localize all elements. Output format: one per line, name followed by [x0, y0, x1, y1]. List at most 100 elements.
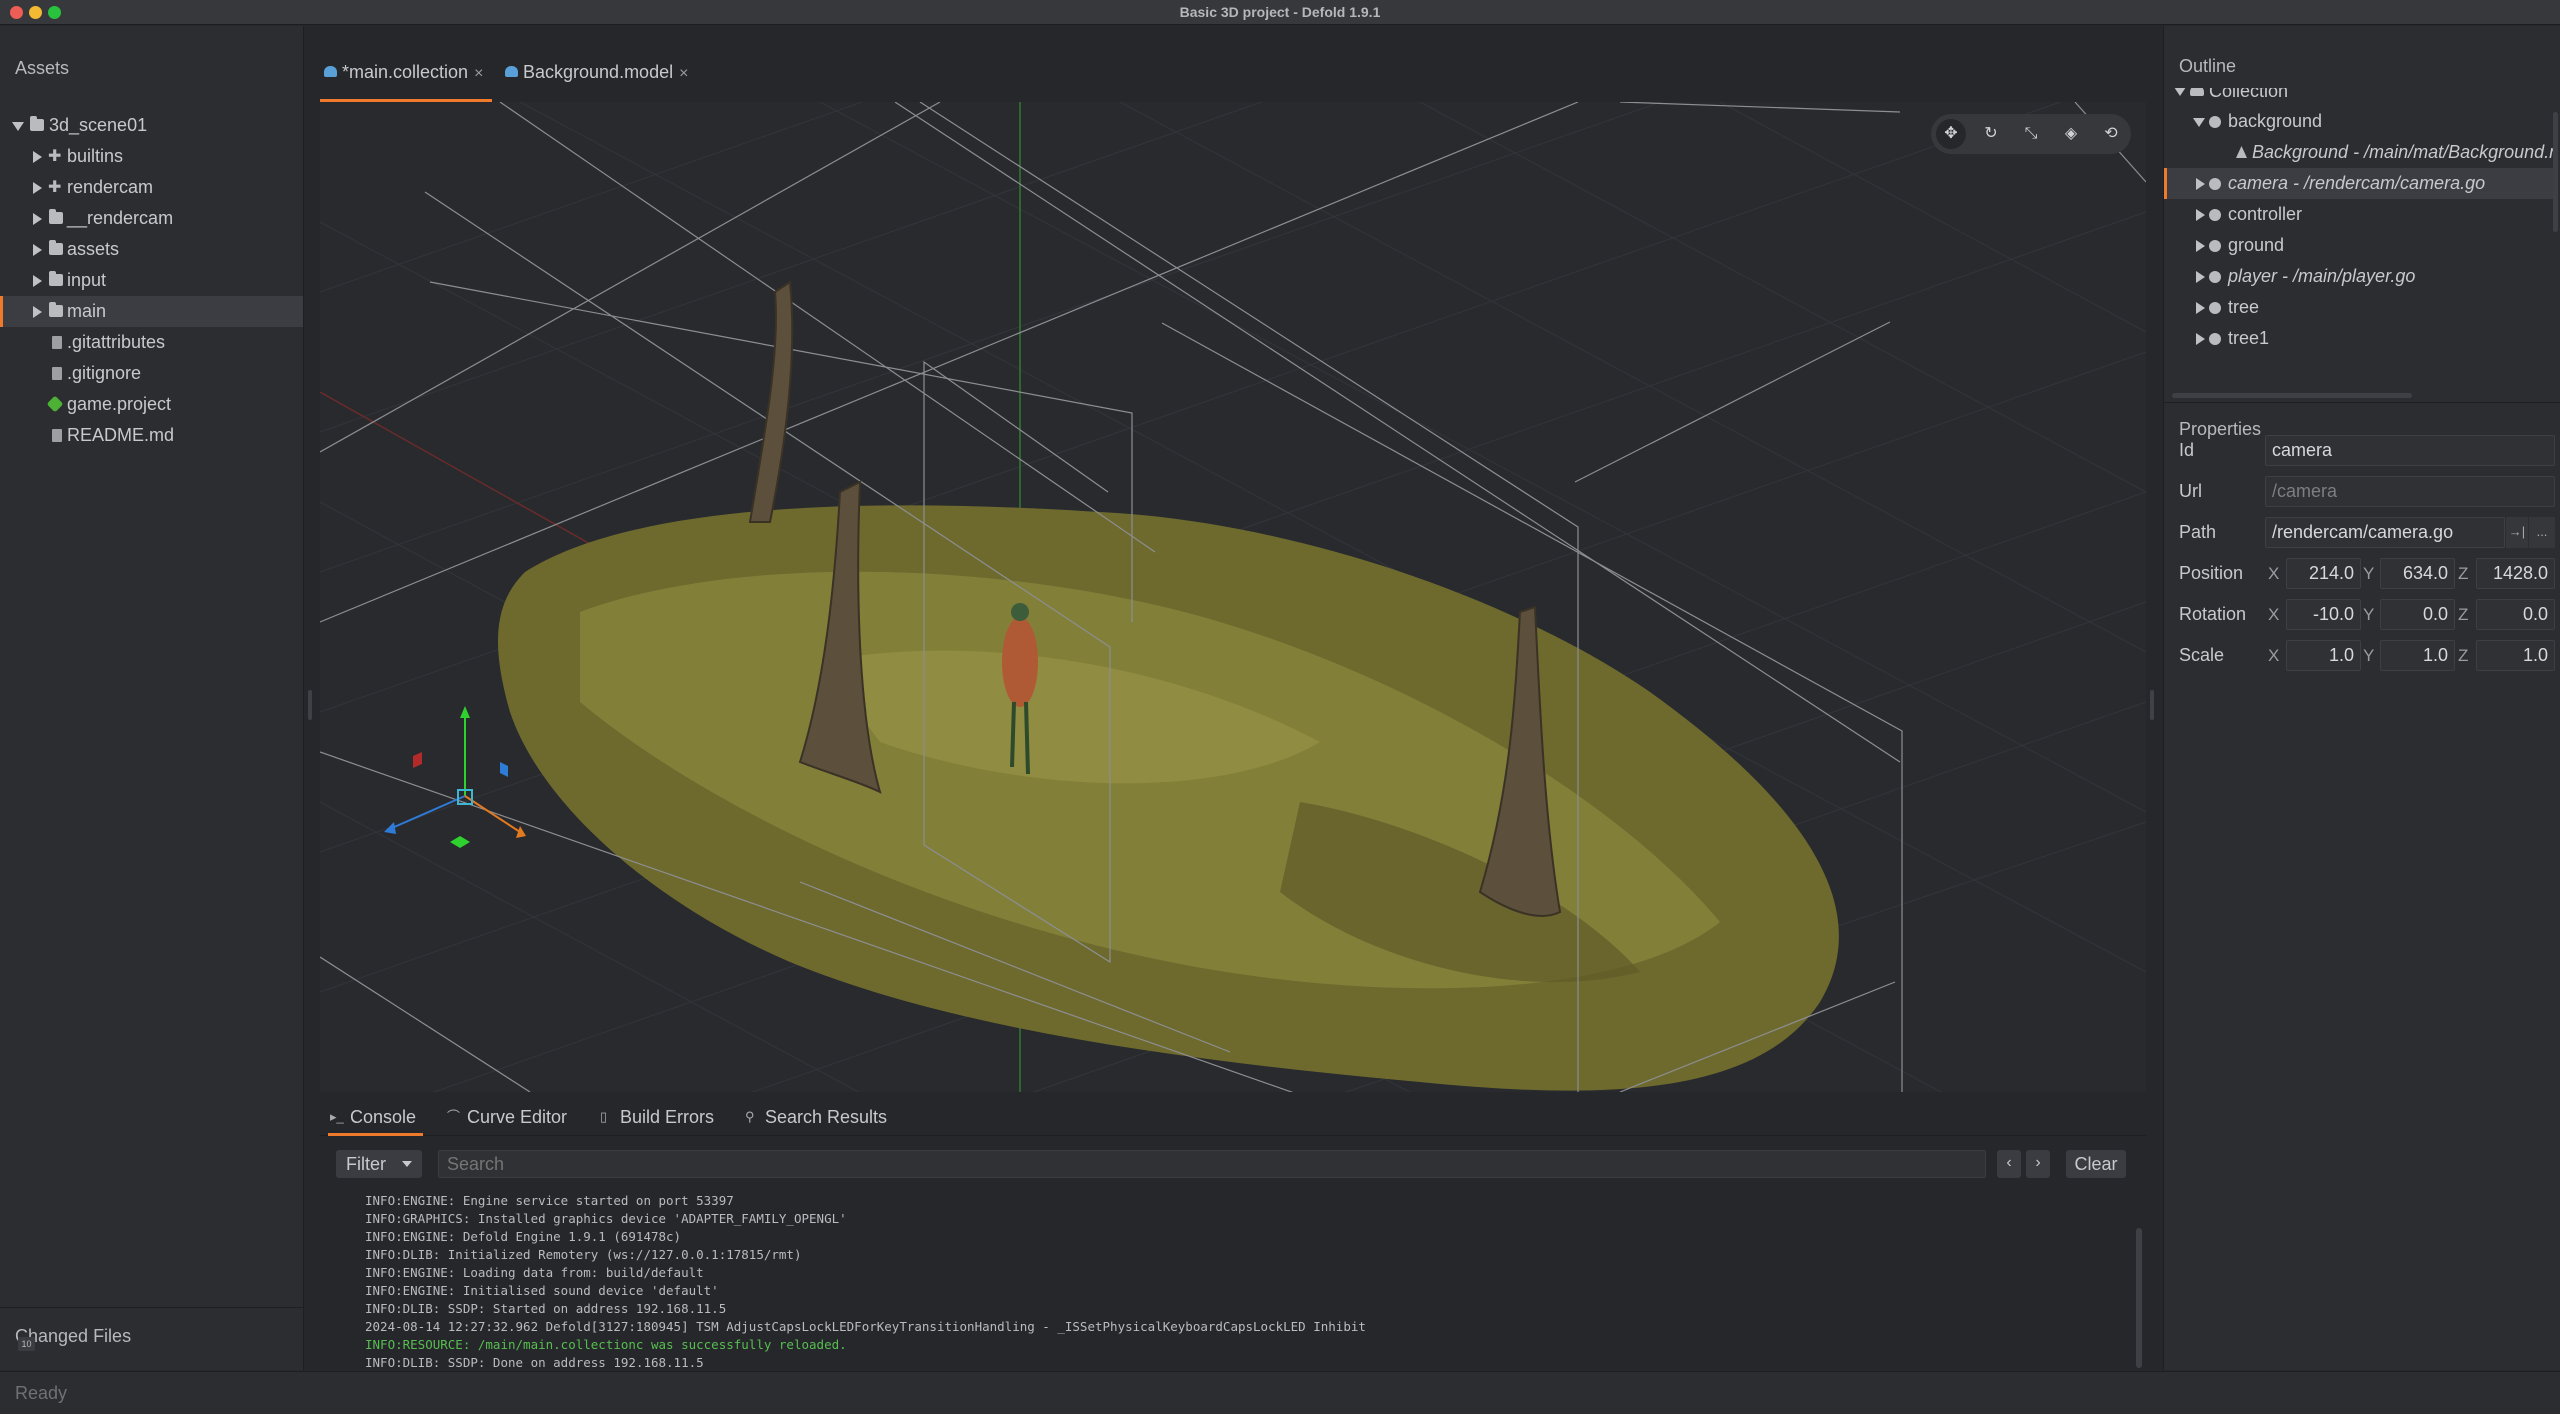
axis-x-label: X — [2268, 605, 2280, 624]
expand-arrow-icon[interactable] — [33, 244, 42, 256]
outline-item-collection[interactable]: Collection — [2164, 88, 2556, 106]
game-object-icon — [2209, 333, 2221, 345]
tree-item-gitattributes[interactable]: .gitattributes — [0, 327, 303, 358]
expand-arrow-icon[interactable] — [33, 275, 42, 287]
tree-item-builtins[interactable]: ✚ builtins — [0, 141, 303, 172]
tab-build-errors[interactable]: ▯ Build Errors — [598, 1100, 714, 1136]
expand-arrow-icon[interactable] — [33, 306, 42, 318]
next-match-button[interactable]: › — [2026, 1150, 2050, 1178]
collection-icon — [2190, 88, 2204, 96]
tree-item-gitignore[interactable]: .gitignore — [0, 358, 303, 389]
goto-path-button[interactable]: →| — [2506, 517, 2528, 548]
axis-x-label: X — [2268, 646, 2280, 665]
tree-item-label: .gitattributes — [67, 332, 166, 352]
browse-path-button[interactable]: ... — [2529, 517, 2555, 548]
expand-arrow-icon[interactable] — [33, 182, 42, 194]
log-line: 2024-08-14 12:27:32.962 Defold[3127:1809… — [365, 1319, 1366, 1334]
tree-item-rendercam[interactable]: ✚ rendercam — [0, 172, 303, 203]
file-icon — [52, 429, 62, 442]
expand-arrow-icon[interactable] — [2196, 302, 2205, 314]
expand-arrow-icon[interactable] — [12, 122, 24, 131]
tab-console[interactable]: ▸_ Console — [328, 1100, 423, 1136]
tree-item-3d-scene01[interactable]: 3d_scene01 — [0, 110, 303, 141]
camera-mode-icon[interactable]: ⟲ — [2096, 119, 2126, 149]
bottom-panel: ▸_ Console ⌒ Curve Editor ▯ Build Errors… — [320, 1100, 2146, 1370]
expand-arrow-icon[interactable] — [2196, 209, 2205, 221]
outline-item-tree1[interactable]: tree1 — [2164, 323, 2556, 354]
changed-files-heading[interactable]: Changed Files — [0, 1307, 303, 1357]
move-tool-icon[interactable]: ✥ — [1936, 119, 1966, 149]
outline-item-label: background — [2228, 111, 2323, 131]
tab-background-model[interactable]: Background.model × — [501, 56, 701, 102]
scale-x-field[interactable]: 1.0 — [2286, 640, 2361, 671]
tab-label: Curve Editor — [467, 1107, 568, 1127]
assets-heading: Assets — [15, 58, 70, 78]
axis-y-label: Y — [2363, 605, 2375, 624]
outline-item-label: tree1 — [2228, 328, 2270, 348]
console-search-input[interactable] — [438, 1150, 1986, 1178]
expand-arrow-icon[interactable] — [33, 151, 42, 163]
expand-arrow-icon[interactable] — [2193, 118, 2205, 127]
tree-item-label: 3d_scene01 — [49, 115, 148, 135]
scene-viewport[interactable]: ✥ ↻ ⤡ ◈ ⟲ — [320, 102, 2146, 1092]
scale-label: Scale — [2179, 645, 2225, 665]
rotation-z-field[interactable]: 0.0 — [2476, 599, 2555, 630]
rotation-y-field[interactable]: 0.0 — [2380, 599, 2455, 630]
log-line: INFO:DLIB: Initialized Remotery (ws://12… — [365, 1247, 802, 1262]
puzzle-icon: ✚ — [48, 179, 62, 196]
tree-item-game-project[interactable]: game.project — [0, 389, 303, 420]
position-label: Position — [2179, 563, 2244, 583]
tree-item-__rendercam[interactable]: __rendercam — [0, 203, 303, 234]
log-line: INFO:ENGINE: Initialised sound device 'd… — [365, 1283, 719, 1298]
rotation-x-field[interactable]: -10.0 — [2286, 599, 2361, 630]
expand-arrow-icon[interactable] — [2196, 271, 2205, 283]
editor-tab-bar: *main.collection × Background.model × — [320, 56, 2146, 102]
expand-arrow-icon[interactable] — [2196, 333, 2205, 345]
outline-item-ground[interactable]: ground — [2164, 230, 2556, 261]
outline-item-label: Collection — [2209, 88, 2289, 101]
tree-item-main[interactable]: main — [0, 296, 303, 327]
right-splitter-handle[interactable] — [2150, 690, 2154, 720]
tab-search-results[interactable]: ⚲ Search Results — [743, 1100, 887, 1136]
expand-arrow-icon[interactable] — [2196, 240, 2205, 252]
left-splitter-handle[interactable] — [308, 690, 312, 720]
outline-vertical-scrollbar[interactable] — [2553, 112, 2558, 232]
console-scrollbar[interactable] — [2136, 1228, 2142, 1368]
previous-match-button[interactable]: ‹ — [1997, 1150, 2021, 1178]
expand-arrow-icon[interactable] — [33, 213, 42, 225]
errors-icon: ▯ — [600, 1109, 608, 1124]
game-object-icon — [2209, 178, 2221, 190]
outline-item-background-model[interactable]: Background - /main/mat/Background.model — [2164, 137, 2556, 168]
close-tab-icon[interactable]: × — [474, 65, 483, 82]
path-field[interactable]: /rendercam/camera.go — [2265, 517, 2505, 548]
outline-item-camera[interactable]: camera - /rendercam/camera.go — [2164, 168, 2556, 199]
outline-tree: Collection background Background - /main… — [2164, 88, 2556, 398]
scale-tool-icon[interactable]: ⤡ — [2016, 119, 2046, 149]
position-y-field[interactable]: 634.0 — [2380, 558, 2455, 589]
tree-item-assets[interactable]: assets — [0, 234, 303, 265]
tab-main-collection[interactable]: *main.collection × — [320, 56, 492, 102]
clear-console-button[interactable]: Clear — [2066, 1150, 2126, 1178]
outline-item-controller[interactable]: controller — [2164, 199, 2556, 230]
expand-arrow-icon[interactable] — [2196, 178, 2205, 190]
visibility-icon[interactable]: ◈ — [2056, 119, 2086, 149]
tree-item-readme[interactable]: README.md — [0, 420, 303, 451]
position-x-field[interactable]: 214.0 — [2286, 558, 2361, 589]
scale-y-field[interactable]: 1.0 — [2380, 640, 2455, 671]
folder-icon — [49, 209, 63, 224]
scale-z-field[interactable]: 1.0 — [2476, 640, 2555, 671]
outline-item-background[interactable]: background — [2164, 106, 2556, 137]
log-line: INFO:GRAPHICS: Installed graphics device… — [365, 1211, 847, 1226]
tree-item-label: assets — [67, 239, 120, 259]
rotate-tool-icon[interactable]: ↻ — [1976, 119, 2006, 149]
tab-curve-editor[interactable]: ⌒ Curve Editor — [445, 1100, 567, 1136]
position-z-field[interactable]: 1428.0 — [2476, 558, 2555, 589]
id-field[interactable]: camera — [2265, 435, 2555, 466]
tree-item-input[interactable]: input — [0, 265, 303, 296]
expand-arrow-icon[interactable] — [2174, 88, 2186, 96]
rotation-label: Rotation — [2179, 604, 2247, 624]
outline-item-tree[interactable]: tree — [2164, 292, 2556, 323]
outline-item-player[interactable]: player - /main/player.go — [2164, 261, 2556, 292]
filter-dropdown[interactable]: Filter — [336, 1150, 422, 1178]
close-tab-icon[interactable]: × — [679, 65, 688, 82]
